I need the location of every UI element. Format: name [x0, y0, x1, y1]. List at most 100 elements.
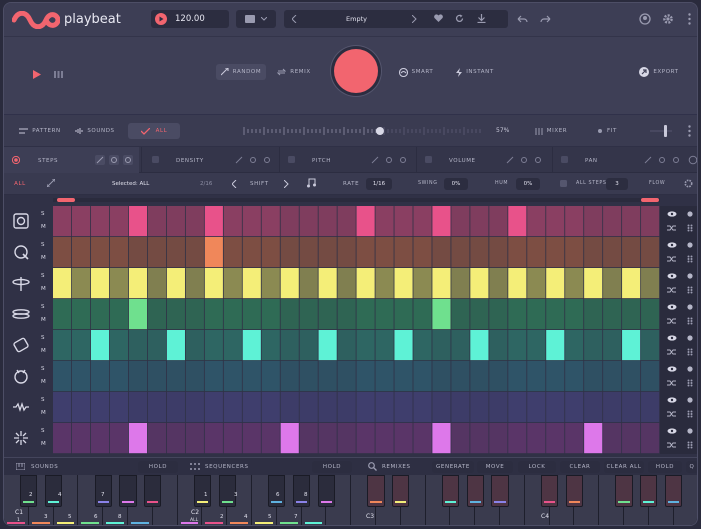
solo-button[interactable]: S: [41, 397, 45, 403]
visibility-icon[interactable]: [667, 428, 677, 434]
shuffle-icon[interactable]: [667, 442, 676, 448]
solo-button[interactable]: S: [41, 366, 45, 372]
density-tab[interactable]: DENSITY: [141, 147, 277, 173]
step-cell[interactable]: [413, 237, 432, 268]
step-cell[interactable]: [242, 392, 261, 423]
step-cell-active[interactable]: [242, 330, 261, 361]
black-key[interactable]: [466, 475, 484, 507]
step-cell[interactable]: [641, 423, 660, 454]
gear-icon[interactable]: [662, 13, 674, 25]
step-cell[interactable]: [90, 423, 110, 454]
step-cell-active[interactable]: [394, 330, 413, 361]
step-cell[interactable]: [489, 392, 508, 423]
step-cell-active[interactable]: [128, 268, 148, 299]
step-cell[interactable]: [432, 237, 451, 268]
step-cell-active[interactable]: [318, 268, 337, 299]
step-cell[interactable]: [223, 206, 242, 237]
step-cell-active[interactable]: [584, 268, 603, 299]
expand-icon[interactable]: [47, 179, 55, 187]
step-cell[interactable]: [53, 423, 72, 454]
step-cell[interactable]: [584, 392, 603, 423]
generate-button[interactable]: GENERATE: [432, 461, 474, 473]
step-cell[interactable]: [53, 392, 72, 423]
mixer-button[interactable]: MIXER: [532, 124, 570, 138]
step-cell[interactable]: [280, 237, 299, 268]
step-cell[interactable]: [413, 330, 432, 361]
step-cell[interactable]: [356, 299, 375, 330]
step-cell[interactable]: [413, 268, 432, 299]
edit-icon[interactable]: [643, 155, 653, 165]
step-cell[interactable]: [527, 206, 546, 237]
mute-button[interactable]: M: [41, 441, 46, 447]
step-cell[interactable]: [71, 330, 91, 361]
step-cell[interactable]: [242, 361, 261, 392]
track-7-instrument[interactable]: [10, 396, 32, 418]
step-cell[interactable]: [261, 206, 280, 237]
visibility-icon[interactable]: [667, 304, 677, 310]
all-tracks-button[interactable]: ALL: [6, 175, 34, 193]
more-vertical-icon[interactable]: [688, 125, 691, 137]
step-cell[interactable]: [584, 361, 603, 392]
step-cell-active[interactable]: [546, 330, 565, 361]
black-key[interactable]: [292, 475, 311, 507]
drag-handle-icon[interactable]: [687, 317, 693, 325]
piano-keyboard[interactable]: [4, 475, 697, 525]
remixes-hold-button[interactable]: HOLD: [648, 461, 682, 473]
step-cell-active[interactable]: [356, 206, 375, 237]
toggle-dot-icon[interactable]: [560, 180, 567, 187]
step-cell[interactable]: [242, 299, 261, 330]
step-cell[interactable]: [375, 237, 394, 268]
step-cell-active[interactable]: [128, 299, 148, 330]
step-cell[interactable]: [622, 392, 641, 423]
step-cell[interactable]: [356, 423, 375, 454]
play-icon[interactable]: [33, 70, 41, 79]
step-cell-active[interactable]: [166, 330, 185, 361]
step-cell-active[interactable]: [584, 423, 603, 454]
step-cell[interactable]: [147, 268, 167, 299]
gear-icon[interactable]: [684, 179, 693, 188]
step-cell[interactable]: [375, 299, 394, 330]
step-cell[interactable]: [185, 423, 204, 454]
step-cell[interactable]: [147, 330, 167, 361]
step-cell[interactable]: [584, 237, 603, 268]
mute-button[interactable]: M: [41, 286, 46, 292]
solo-button[interactable]: S: [41, 273, 45, 279]
step-cell[interactable]: [508, 392, 527, 423]
step-cell[interactable]: [603, 237, 622, 268]
mute-button[interactable]: M: [41, 410, 46, 416]
drag-handle-icon[interactable]: [687, 224, 693, 232]
rotate-icon[interactable]: [109, 155, 119, 165]
fit-slider-icon[interactable]: [650, 124, 672, 138]
step-cell[interactable]: [584, 299, 603, 330]
mute-button[interactable]: M: [41, 255, 46, 261]
step-cell-active[interactable]: [280, 423, 299, 454]
step-cell[interactable]: [337, 361, 356, 392]
step-cell[interactable]: [603, 268, 622, 299]
step-cell[interactable]: [584, 330, 603, 361]
step-cell[interactable]: [451, 330, 470, 361]
user-icon[interactable]: [639, 13, 651, 25]
step-cell[interactable]: [470, 392, 489, 423]
reset-icon[interactable]: [398, 155, 408, 165]
chevron-left-icon[interactable]: [232, 180, 237, 188]
step-cell[interactable]: [337, 299, 356, 330]
step-cell[interactable]: [299, 299, 318, 330]
step-cell[interactable]: [185, 237, 204, 268]
black-key[interactable]: [144, 475, 162, 507]
step-cell[interactable]: [242, 206, 261, 237]
step-cell[interactable]: [242, 237, 261, 268]
step-cell[interactable]: [451, 237, 470, 268]
step-cell[interactable]: [356, 330, 375, 361]
step-cell[interactable]: [565, 392, 584, 423]
step-cell[interactable]: [565, 299, 584, 330]
export-button[interactable]: EXPORT: [636, 64, 682, 80]
step-cell[interactable]: [375, 392, 394, 423]
solo-button[interactable]: S: [41, 428, 45, 434]
step-cell[interactable]: [489, 299, 508, 330]
remix-mode-button[interactable]: REMIX: [274, 64, 314, 80]
step-cell[interactable]: [451, 423, 470, 454]
step-cell[interactable]: [432, 392, 451, 423]
step-cell[interactable]: [565, 330, 584, 361]
step-cell[interactable]: [261, 361, 280, 392]
step-cell[interactable]: [546, 361, 565, 392]
